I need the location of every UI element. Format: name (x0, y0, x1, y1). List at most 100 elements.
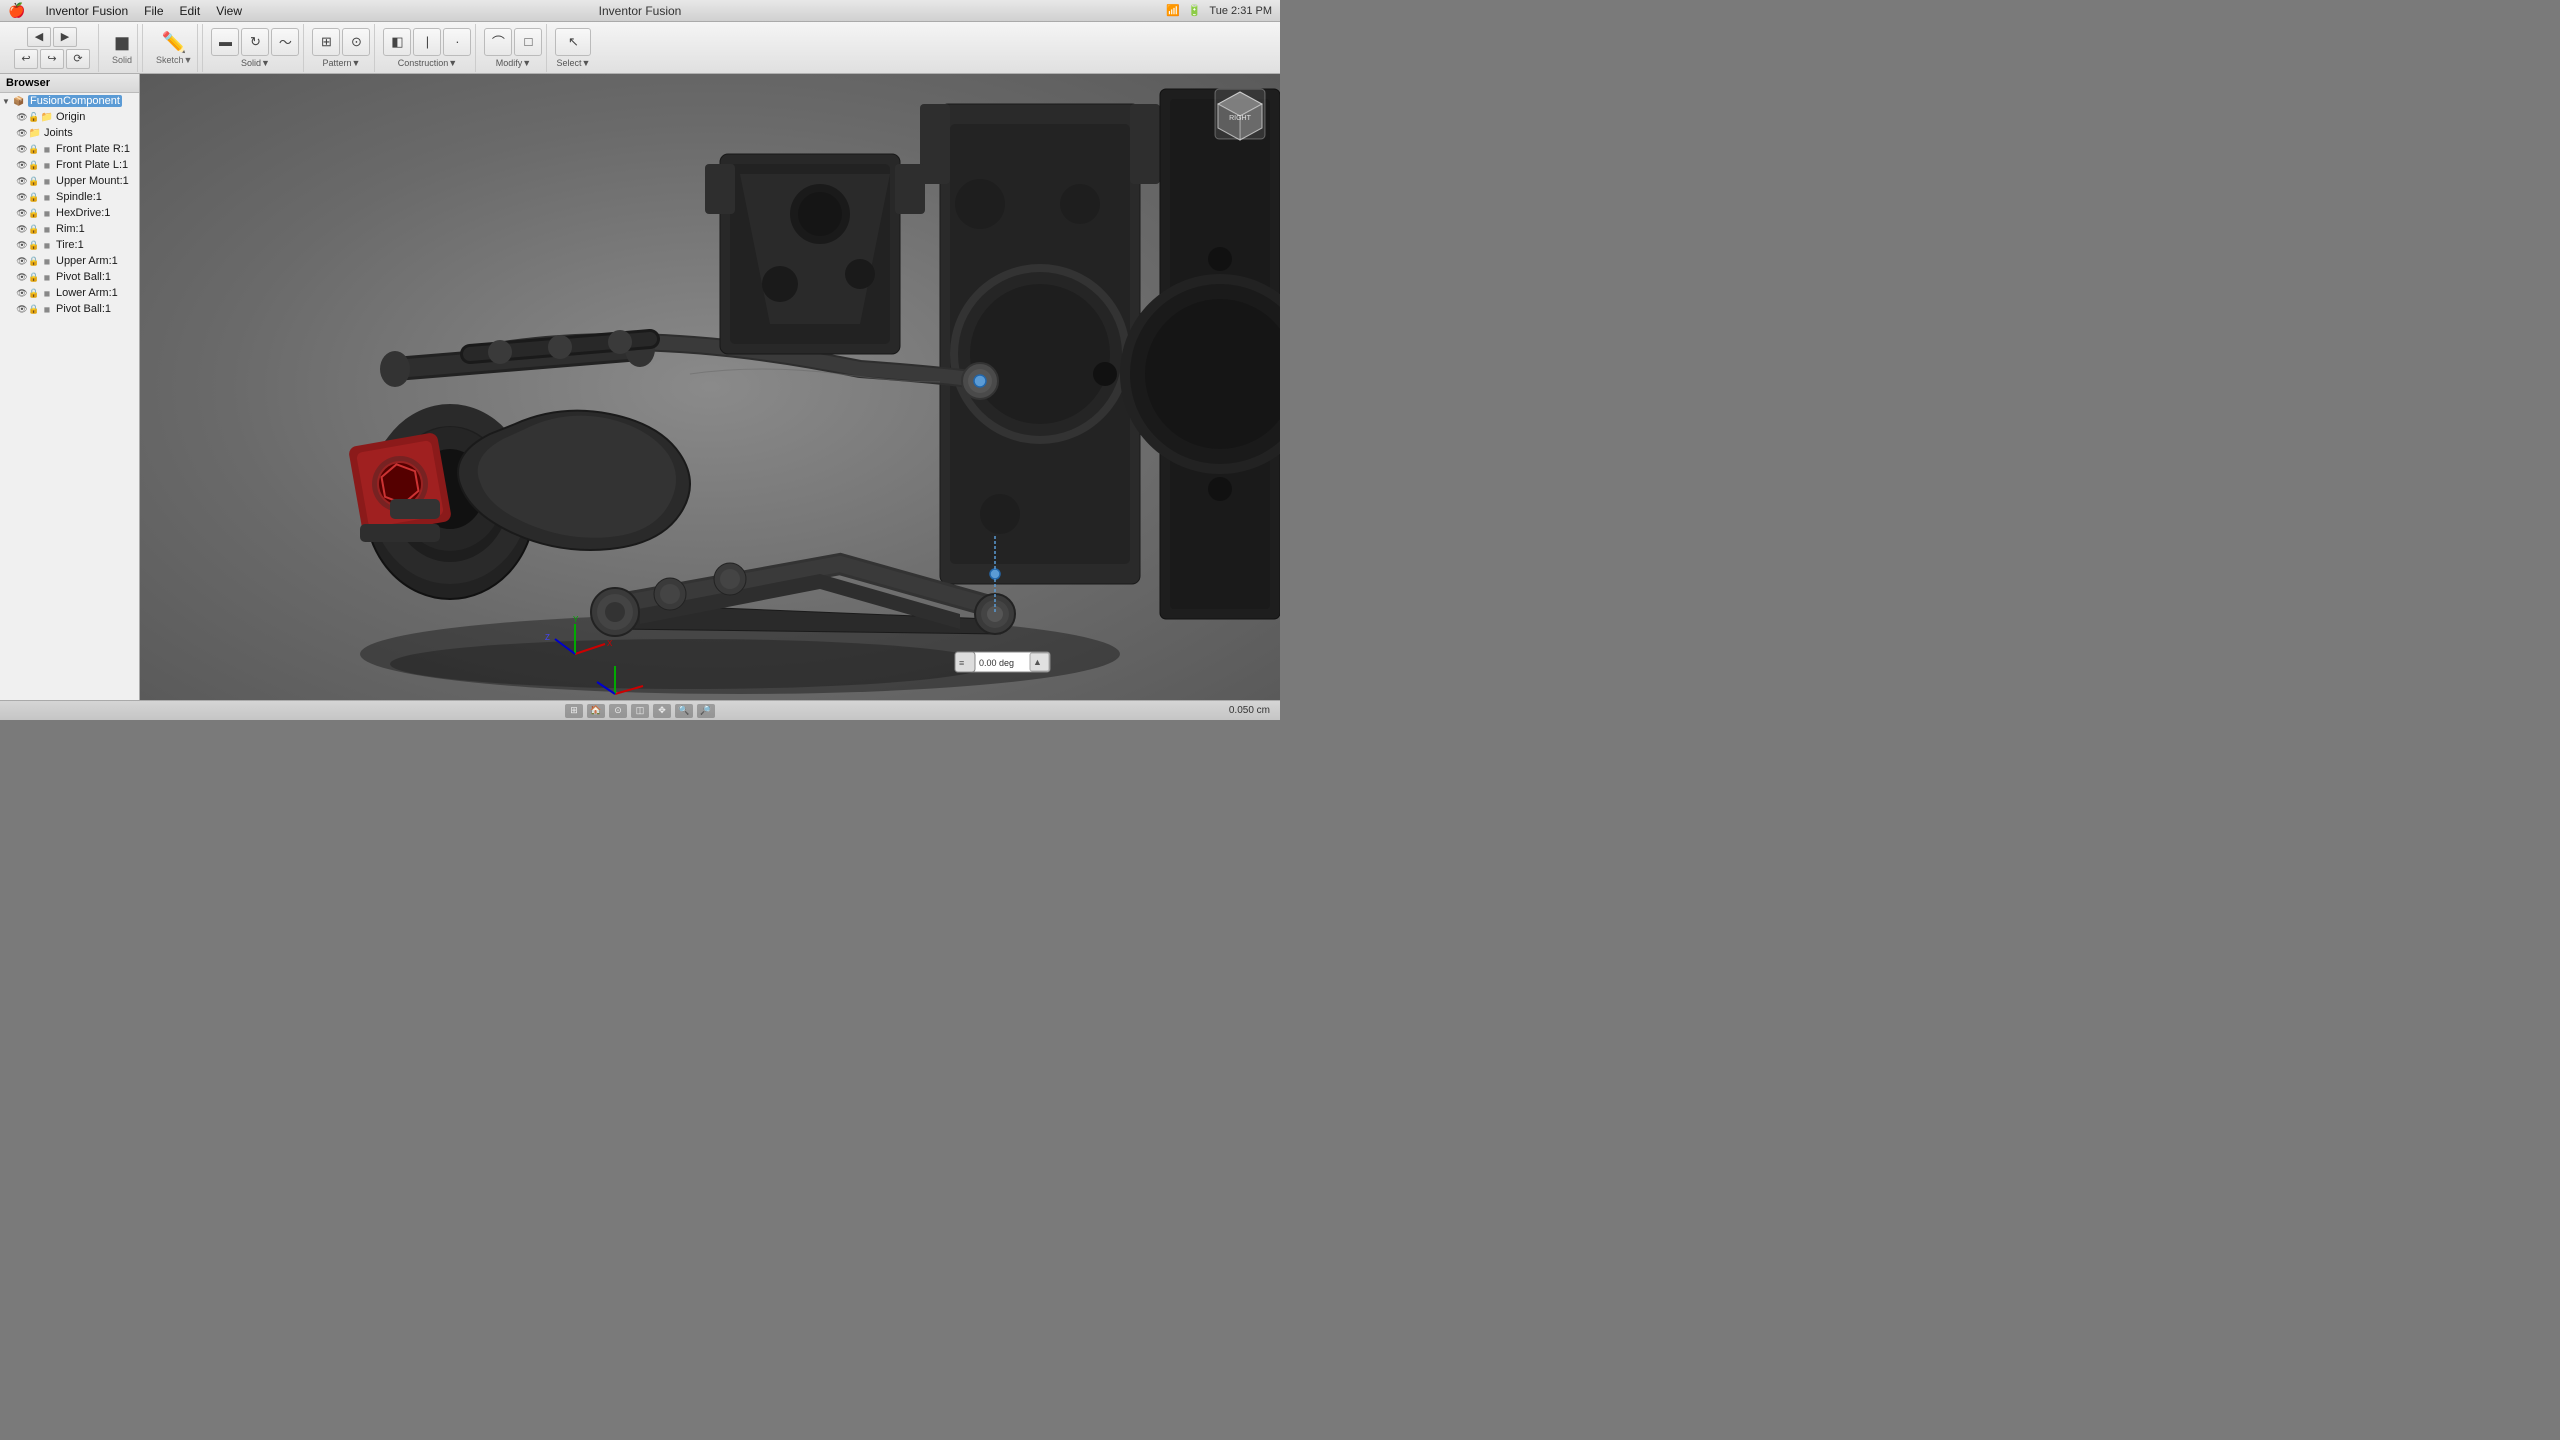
axis-btn[interactable]: | (413, 28, 441, 56)
menu-edit[interactable]: Edit (172, 0, 209, 22)
lock-rim[interactable]: 🔒 (28, 223, 40, 235)
browser-item-root[interactable]: ▼ 📦 FusionComponent (0, 93, 139, 109)
browser-item-upperarm[interactable]: 👁 🔒 ◼ Upper Arm:1 (0, 253, 139, 269)
component-icon: 📦 (12, 94, 26, 108)
lock-fpl[interactable]: 🔒 (28, 159, 40, 171)
pan-btn[interactable]: ✥ (653, 704, 671, 718)
browser-item-tire[interactable]: 👁 🔒 ◼ Tire:1 (0, 237, 139, 253)
sketch-btn[interactable]: ✏️ Sketch▼ (151, 24, 198, 72)
body-icon-rim: ◼ (40, 222, 54, 236)
vis-eye-ua[interactable]: 👁 (16, 255, 28, 267)
apple-menu[interactable]: 🍎 (8, 2, 25, 19)
browser-item-frontplater[interactable]: 👁 🔒 ◼ Front Plate R:1 (0, 141, 139, 157)
lock-tire[interactable]: 🔒 (28, 239, 40, 251)
browser-item-hexdrive[interactable]: 👁 🔒 ◼ HexDrive:1 (0, 205, 139, 221)
pattern-section: ⊞ ⊙ Pattern▼ (308, 24, 375, 72)
pattern-circ-btn[interactable]: ⊙ (342, 28, 370, 56)
browser-item-joints[interactable]: 👁 📁 Joints (0, 125, 139, 141)
dimension-value: 0.050 cm (1229, 705, 1270, 716)
browser-item-spindle[interactable]: 👁 🔒 ◼ Spindle:1 (0, 189, 139, 205)
vis-eye-fpr[interactable]: 👁 (16, 143, 28, 155)
svg-text:RIGHT: RIGHT (1229, 115, 1252, 122)
lock-sp[interactable]: 🔒 (28, 191, 40, 203)
zoom-out-btn[interactable]: 🔎 (697, 704, 715, 718)
3d-model-svg: X Y Z ≡ 0.00 deg (140, 74, 1280, 700)
menubar-right: 📶 🔋 Tue 2:31 PM (1166, 4, 1272, 17)
menu-view[interactable]: View (208, 0, 250, 22)
orbit-btn[interactable]: ◫ (631, 704, 649, 718)
svg-text:Y: Y (573, 615, 579, 624)
window-title: Inventor Fusion (599, 4, 682, 18)
menu-file[interactable]: File (136, 0, 171, 22)
select-label: Select▼ (556, 58, 590, 68)
body-icon-sp: ◼ (40, 190, 54, 204)
vis-eye-fpl[interactable]: 👁 (16, 159, 28, 171)
toolbar-undo2-btn[interactable]: ⟳ (66, 49, 90, 69)
vis-eye-pb2[interactable]: 👁 (16, 303, 28, 315)
vis-eye-sp[interactable]: 👁 (16, 191, 28, 203)
look-at-btn[interactable]: ⊙ (609, 704, 627, 718)
vis-eye-pb1[interactable]: 👁 (16, 271, 28, 283)
toolbar-back-btn[interactable]: ◀ (27, 27, 51, 47)
home-btn[interactable]: 🏠 (587, 704, 605, 718)
zoom-in-btn[interactable]: 🔍 (675, 704, 693, 718)
solid-dropdown-btn[interactable]: ◼ Solid (107, 24, 138, 72)
modify-label: Modify▼ (496, 58, 531, 68)
lock-pb1[interactable]: 🔒 (28, 271, 40, 283)
lock-um[interactable]: 🔒 (28, 175, 40, 187)
folder-icon-joints: 📁 (28, 126, 42, 140)
browser-item-rim[interactable]: 👁 🔒 ◼ Rim:1 (0, 221, 139, 237)
body-icon-la: ◼ (40, 286, 54, 300)
vis-eye-origin[interactable]: 👁 (16, 111, 28, 123)
fillet-btn[interactable]: ⌒ (484, 28, 512, 56)
origin-label: Origin (56, 111, 85, 123)
solid-section: ◼ Solid (103, 24, 143, 72)
svg-text:X: X (607, 639, 613, 648)
vis-eye-rim[interactable]: 👁 (16, 223, 28, 235)
front-plate-assembly (705, 154, 925, 354)
viewcube[interactable]: RIGHT (1210, 84, 1270, 144)
body-icon-pb1: ◼ (40, 270, 54, 284)
point-btn[interactable]: · (443, 28, 471, 56)
fit-all-btn[interactable]: ⊞ (565, 704, 583, 718)
select-btn[interactable]: ↖ (555, 28, 591, 56)
browser-item-lowerarm[interactable]: 👁 🔒 ◼ Lower Arm:1 (0, 285, 139, 301)
hexdrive-label: HexDrive:1 (56, 207, 110, 219)
clock: Tue 2:31 PM (1209, 5, 1272, 17)
lock-ua[interactable]: 🔒 (28, 255, 40, 267)
lock-origin[interactable]: 🔓 (28, 111, 40, 123)
plane-btn[interactable]: ◧ (383, 28, 411, 56)
lock-la[interactable]: 🔒 (28, 287, 40, 299)
pivotball2-label: Pivot Ball:1 (56, 303, 111, 315)
menubar: 🍎 Inventor Fusion File Edit View Invento… (0, 0, 1280, 22)
toolbar-forward-btn[interactable]: ▶ (53, 27, 77, 47)
shell-btn[interactable]: □ (514, 28, 542, 56)
menu-inventor-fusion[interactable]: Inventor Fusion (37, 0, 136, 22)
vis-eye-hd[interactable]: 👁 (16, 207, 28, 219)
body-icon-um: ◼ (40, 174, 54, 188)
revolve-btn[interactable]: ↻ (241, 28, 269, 56)
lock-pb2[interactable]: 🔒 (28, 303, 40, 315)
vis-eye-la[interactable]: 👁 (16, 287, 28, 299)
wifi-icon: 📶 (1166, 4, 1180, 17)
sweep-btn[interactable]: 〜 (271, 28, 299, 56)
modify-section: ⌒ □ Modify▼ (480, 24, 547, 72)
toolbar-redo-btn[interactable]: ↪ (40, 49, 64, 69)
browser-item-origin[interactable]: 👁 🔓 📁 Origin (0, 109, 139, 125)
lock-fpr[interactable]: 🔒 (28, 143, 40, 155)
body-icon-fpl: ◼ (40, 158, 54, 172)
browser-item-pivotball2[interactable]: 👁 🔒 ◼ Pivot Ball:1 (0, 301, 139, 317)
vis-eye-joints[interactable]: 👁 (16, 127, 28, 139)
browser-item-frontplatel[interactable]: 👁 🔒 ◼ Front Plate L:1 (0, 157, 139, 173)
toolbar-undo-btn[interactable]: ↩ (14, 49, 38, 69)
browser-item-pivotball1[interactable]: 👁 🔒 ◼ Pivot Ball:1 (0, 269, 139, 285)
browser-item-uppermount[interactable]: 👁 🔒 ◼ Upper Mount:1 (0, 173, 139, 189)
body-icon-fpr: ◼ (40, 142, 54, 156)
extrude-btn[interactable]: ▬ (211, 28, 239, 56)
pattern-rect-btn[interactable]: ⊞ (312, 28, 340, 56)
lock-hd[interactable]: 🔒 (28, 207, 40, 219)
viewport[interactable]: X Y Z ≡ 0.00 deg (140, 74, 1280, 700)
solid-tools-label: Solid▼ (241, 58, 270, 68)
vis-eye-um[interactable]: 👁 (16, 175, 28, 187)
vis-eye-tire[interactable]: 👁 (16, 239, 28, 251)
